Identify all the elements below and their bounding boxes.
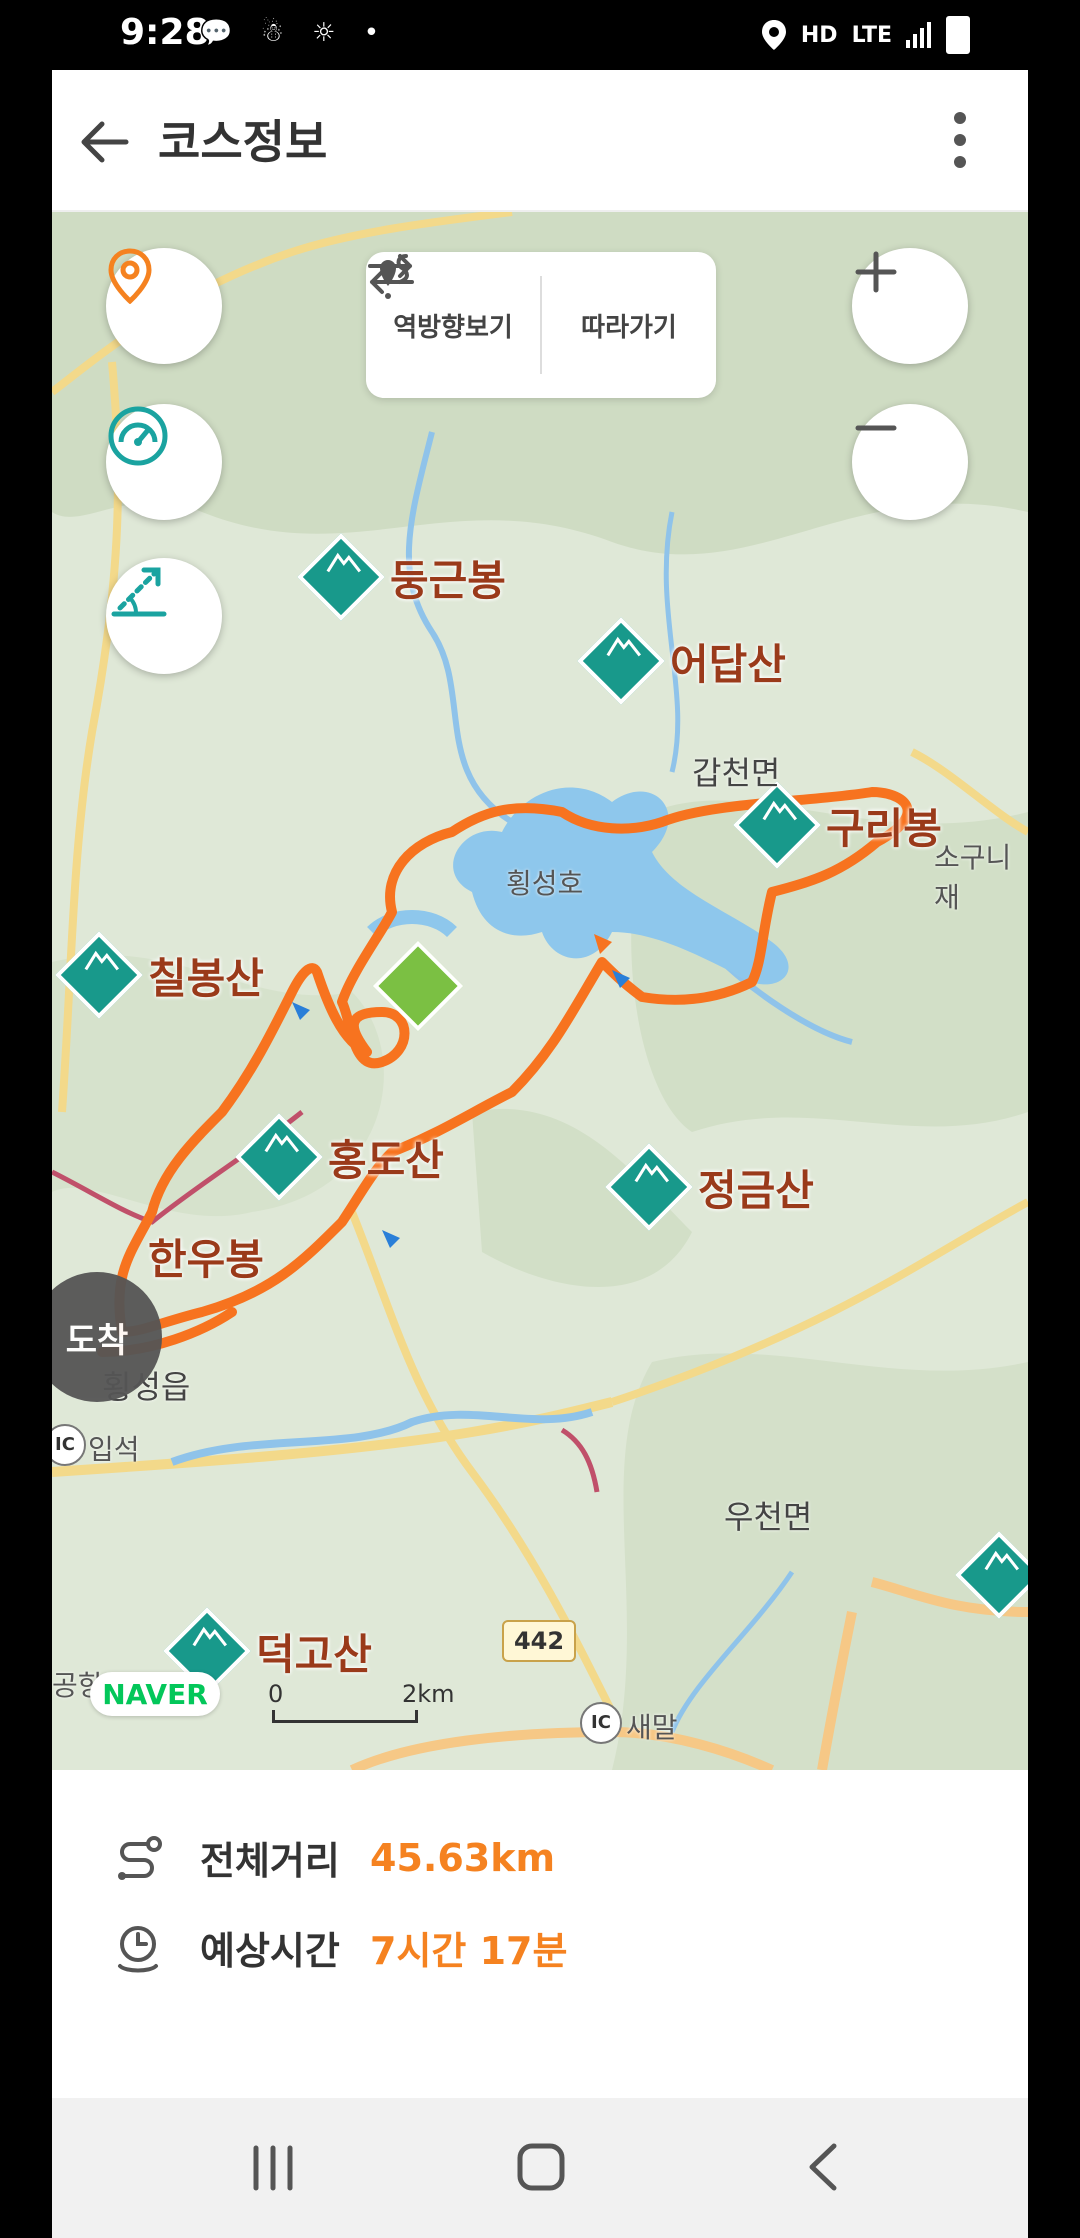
notification-icons: 💬 ☃ ☼ • (200, 18, 390, 48)
arrow-left-icon (81, 121, 129, 163)
page-title: 코스정보 (158, 115, 328, 169)
place-label-saemal: 새말 (626, 1711, 678, 1744)
more-dot (954, 112, 966, 124)
peak-marker[interactable]: 구리봉 (733, 781, 942, 869)
distance-label: 전체거리 (200, 1839, 340, 1883)
battery-icon (946, 16, 970, 54)
status-right: HD LTE (761, 16, 970, 54)
scale-zero: 0 (268, 1680, 284, 1708)
system-nav-bar (52, 2098, 1028, 2238)
top-app-bar: 코스정보 (52, 70, 1028, 212)
more-dot (954, 156, 966, 168)
peak-label: 홍도산 (328, 1135, 444, 1185)
peak-label: 정금산 (698, 1165, 814, 1215)
reverse-direction-label: 역방향보기 (393, 312, 513, 343)
route-distance-icon (118, 1835, 162, 1880)
place-label-gapcheon: 갑천면 (692, 754, 781, 792)
peak-marker[interactable]: 칠봉산 (55, 931, 264, 1019)
distance-row: 전체거리 45.63km (112, 1830, 555, 1885)
back-nav-icon[interactable] (804, 2142, 844, 2192)
place-label-ucheon: 우천면 (724, 1498, 813, 1536)
more-options-button[interactable] (952, 112, 968, 172)
recent-apps-icon[interactable] (248, 2144, 298, 2192)
network-hd: HD (800, 22, 838, 48)
ic-badge: IC (580, 1702, 622, 1744)
time-label: 예상시간 (200, 1929, 340, 1973)
peak-marker[interactable]: 홍도산 (235, 1113, 444, 1201)
peak-marker[interactable]: 한우봉 (148, 1226, 264, 1287)
back-button[interactable] (72, 110, 136, 174)
follow-route-button[interactable]: 따라가기 (380, 252, 716, 398)
zoom-out-button[interactable] (852, 404, 968, 520)
mountain-icon (733, 781, 821, 869)
more-dot (954, 134, 966, 146)
slope-icon (111, 567, 167, 617)
follow-route-label: 따라가기 (581, 312, 677, 343)
location-icon (761, 20, 786, 50)
scale-line (272, 1710, 418, 1723)
location-pin-icon (108, 248, 152, 304)
peak-marker[interactable]: 둥근봉 (297, 533, 506, 621)
time-value: 7시간 17분 (370, 1929, 568, 1973)
slope-button[interactable] (106, 558, 222, 674)
mountain-icon (55, 931, 143, 1019)
app-screen: 코스정보 역방향보기 따라가기 둥근봉 어답산 구리봉 칠봉산 홍도산 정금산 … (52, 70, 1028, 2238)
zoom-in-button[interactable] (852, 248, 968, 364)
peak-label: 어답산 (670, 639, 786, 689)
place-label-sogu: 소구니재 (934, 841, 1012, 914)
route-options-panel: 역방향보기 따라가기 (366, 252, 716, 398)
network-lte: LTE (851, 22, 892, 48)
peak-label: 구리봉 (826, 803, 942, 853)
mountain-icon (297, 533, 385, 621)
naver-logo: NAVER (90, 1672, 220, 1716)
peak-label: 덕고산 (256, 1629, 372, 1679)
peak-label: 칠봉산 (148, 953, 264, 1003)
course-info-panel: 전체거리 45.63km 예상시간 7시간 17분 (52, 1770, 1028, 2070)
lake-label: 횡성호 (506, 867, 584, 900)
peak-label: 둥근봉 (390, 555, 506, 605)
speed-gauge-button[interactable] (106, 404, 222, 520)
place-label-ipseok: 입석 (88, 1433, 140, 1466)
mountain-icon (577, 617, 665, 705)
peak-marker[interactable]: 어답산 (577, 617, 786, 705)
road-number-badge: 442 (502, 1620, 576, 1662)
peak-marker-edge[interactable] (955, 1531, 1028, 1619)
signal-icon (906, 22, 931, 48)
plus-icon (855, 251, 897, 293)
peak-marker[interactable]: 정금산 (605, 1143, 814, 1231)
map-view[interactable]: 역방향보기 따라가기 둥근봉 어답산 구리봉 칠봉산 홍도산 정금산 한우봉 덕… (52, 212, 1028, 1770)
current-location-button[interactable] (106, 248, 222, 364)
distance-value: 45.63km (370, 1835, 556, 1880)
gauge-icon (108, 406, 168, 466)
follow-route-icon (380, 254, 409, 299)
status-bar: 9:28 💬 ☃ ☼ • HD LTE (0, 0, 1080, 70)
mountain-icon (235, 1113, 323, 1201)
home-icon[interactable] (516, 2142, 566, 2192)
peak-label: 한우봉 (148, 1235, 264, 1284)
mountain-icon (605, 1143, 693, 1231)
status-time: 9:28 (120, 12, 210, 53)
time-row: 예상시간 7시간 17분 (112, 1920, 567, 1975)
minus-icon (855, 425, 897, 431)
clock-icon (118, 1925, 158, 1972)
scale-max: 2km (402, 1680, 455, 1708)
